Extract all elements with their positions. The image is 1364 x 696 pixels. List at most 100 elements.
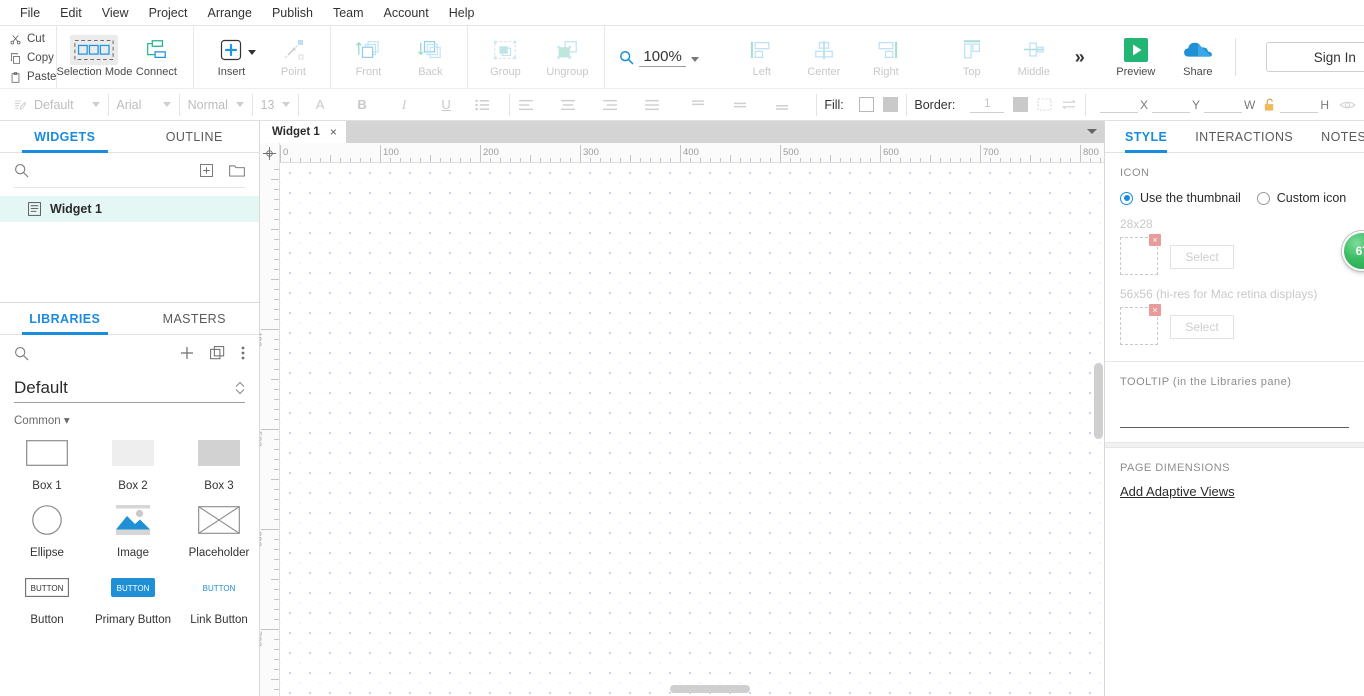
widget-item-image[interactable]: Image xyxy=(90,500,176,559)
h-input[interactable] xyxy=(1280,96,1319,113)
valign-top-button[interactable] xyxy=(678,89,724,120)
italic-button[interactable]: I xyxy=(383,89,425,120)
insert-button[interactable]: Insert xyxy=(200,28,262,86)
vertical-ruler[interactable]: 400500600700800 xyxy=(260,163,280,696)
lock-open-icon[interactable] xyxy=(1263,98,1276,112)
tab-notes[interactable]: NOTES xyxy=(1307,121,1364,152)
radio-custom-icon[interactable]: Custom icon xyxy=(1256,191,1346,205)
preview-button[interactable]: Preview xyxy=(1105,28,1167,86)
radio-use-thumbnail[interactable]: Use the thumbnail xyxy=(1120,191,1241,205)
add-folder-icon[interactable] xyxy=(229,164,245,177)
close-icon[interactable]: × xyxy=(330,125,337,139)
icon-large-dropzone[interactable]: × xyxy=(1120,304,1161,345)
menu-item-file[interactable]: File xyxy=(10,3,50,23)
menu-item-help[interactable]: Help xyxy=(439,3,485,23)
sign-in-button[interactable]: Sign In xyxy=(1265,42,1364,72)
style-editor-icon[interactable] xyxy=(0,89,26,120)
font-size-dropdown[interactable]: 13 xyxy=(253,94,299,116)
share-button[interactable]: Share xyxy=(1167,28,1229,86)
menu-item-account[interactable]: Account xyxy=(374,3,439,23)
eye-icon[interactable] xyxy=(1339,99,1356,111)
widget-item-box-1[interactable]: Box 1 xyxy=(4,433,90,492)
border-width-input[interactable]: 1 xyxy=(970,96,1005,113)
menu-item-edit[interactable]: Edit xyxy=(50,3,92,23)
canvas-horizontal-scrollbar[interactable] xyxy=(670,685,750,693)
canvas-vertical-scrollbar[interactable] xyxy=(1094,363,1103,439)
font-weight-dropdown[interactable]: Normal xyxy=(180,94,252,116)
widget-item-button[interactable]: BUTTON Button xyxy=(4,567,90,626)
bold-button[interactable]: B xyxy=(341,89,383,120)
valign-middle-button[interactable] xyxy=(724,89,766,120)
y-input[interactable] xyxy=(1152,96,1191,113)
design-canvas[interactable] xyxy=(280,163,1105,696)
widget-item-ellipse[interactable]: Ellipse xyxy=(4,500,90,559)
widget-item-link-button[interactable]: BUTTON Link Button xyxy=(176,567,262,627)
library-category[interactable]: Common ▾ xyxy=(0,403,259,427)
delete-icon[interactable]: × xyxy=(1149,234,1161,246)
connect-button[interactable]: Connect xyxy=(125,28,187,86)
menu-item-team[interactable]: Team xyxy=(323,3,374,23)
add-page-icon[interactable] xyxy=(200,163,213,177)
selection-mode-button[interactable]: Selection Mode xyxy=(57,28,132,86)
underline-button[interactable]: U xyxy=(425,89,467,120)
widget-item-placeholder[interactable]: Placeholder xyxy=(176,500,262,559)
library-select[interactable]: Default xyxy=(14,373,245,403)
icon-large-select-button[interactable]: Select xyxy=(1170,315,1234,339)
tab-masters[interactable]: MASTERS xyxy=(130,303,260,334)
widget-item-box-2[interactable]: Box 2 xyxy=(90,433,176,492)
zoom-value[interactable]: 100% xyxy=(639,48,686,67)
search-icon[interactable] xyxy=(14,163,29,178)
tab-style[interactable]: STYLE xyxy=(1111,121,1181,153)
cut-button[interactable]: Cut xyxy=(10,30,56,49)
text-color-button[interactable]: A xyxy=(299,89,341,120)
page-tree-item-widget-1[interactable]: Widget 1 xyxy=(0,196,259,222)
icon-small-select-button[interactable]: Select xyxy=(1170,245,1234,269)
fill-gradient-swatch[interactable] xyxy=(882,97,898,112)
line-style-icon[interactable] xyxy=(1061,98,1077,111)
valign-bottom-button[interactable] xyxy=(766,89,808,120)
fill-color-swatch[interactable] xyxy=(858,97,874,112)
tab-outline[interactable]: OUTLINE xyxy=(130,121,260,152)
icon-small-dropzone[interactable]: × xyxy=(1120,234,1161,275)
border-sides-icon[interactable] xyxy=(1037,98,1052,111)
toolbar-overflow-button[interactable]: » xyxy=(1065,26,1093,88)
bullet-list-button[interactable] xyxy=(467,89,509,120)
duplicate-icon[interactable] xyxy=(210,346,225,360)
align-text-center-button[interactable] xyxy=(552,89,594,120)
insert-dropdown-caret-icon[interactable] xyxy=(248,50,257,55)
category-collapse-caret-icon[interactable]: ▾ xyxy=(64,415,70,427)
fill-control[interactable]: Fill: xyxy=(816,89,905,120)
menu-item-arrange[interactable]: Arrange xyxy=(197,3,261,23)
border-color-swatch[interactable] xyxy=(1013,97,1029,112)
more-icon[interactable] xyxy=(241,346,245,360)
add-adaptive-views-link[interactable]: Add Adaptive Views xyxy=(1105,474,1364,499)
tab-libraries[interactable]: LIBRARIES xyxy=(0,303,130,335)
x-input[interactable] xyxy=(1100,96,1139,113)
zoom-control[interactable]: 100% xyxy=(605,26,712,88)
ruler-origin-button[interactable] xyxy=(260,143,280,163)
widget-style-dropdown[interactable]: Default xyxy=(26,94,108,116)
tooltip-input[interactable] xyxy=(1120,406,1349,428)
plus-icon[interactable] xyxy=(180,346,194,360)
font-family-dropdown[interactable]: Arial xyxy=(108,94,179,116)
paste-button[interactable]: Paste xyxy=(10,68,56,87)
widget-item-box-3[interactable]: Box 3 xyxy=(176,433,262,492)
delete-icon[interactable]: × xyxy=(1149,304,1161,316)
horizontal-ruler[interactable]: 0 100 200 300 400 500 600 700 800 xyxy=(260,143,1105,163)
menu-item-publish[interactable]: Publish xyxy=(262,3,323,23)
widget-item-primary-button[interactable]: BUTTON Primary Button xyxy=(90,567,176,626)
page-tab-widget-1[interactable]: Widget 1 × xyxy=(260,121,346,143)
align-text-left-button[interactable] xyxy=(510,89,552,120)
align-text-justify-button[interactable] xyxy=(636,89,678,120)
align-text-right-button[interactable] xyxy=(594,89,636,120)
search-icon[interactable] xyxy=(14,346,29,361)
tab-widgets[interactable]: WIDGETS xyxy=(0,121,130,153)
copy-button[interactable]: Copy xyxy=(10,49,56,68)
menu-item-project[interactable]: Project xyxy=(139,3,198,23)
page-tabs-overflow-caret-icon[interactable] xyxy=(1087,129,1097,134)
zoom-dropdown-caret-icon[interactable] xyxy=(690,56,699,62)
menu-item-view[interactable]: View xyxy=(92,3,139,23)
w-input[interactable] xyxy=(1204,96,1243,113)
tab-interactions[interactable]: INTERACTIONS xyxy=(1181,121,1307,152)
border-control[interactable]: Border: 1 xyxy=(906,89,1085,120)
